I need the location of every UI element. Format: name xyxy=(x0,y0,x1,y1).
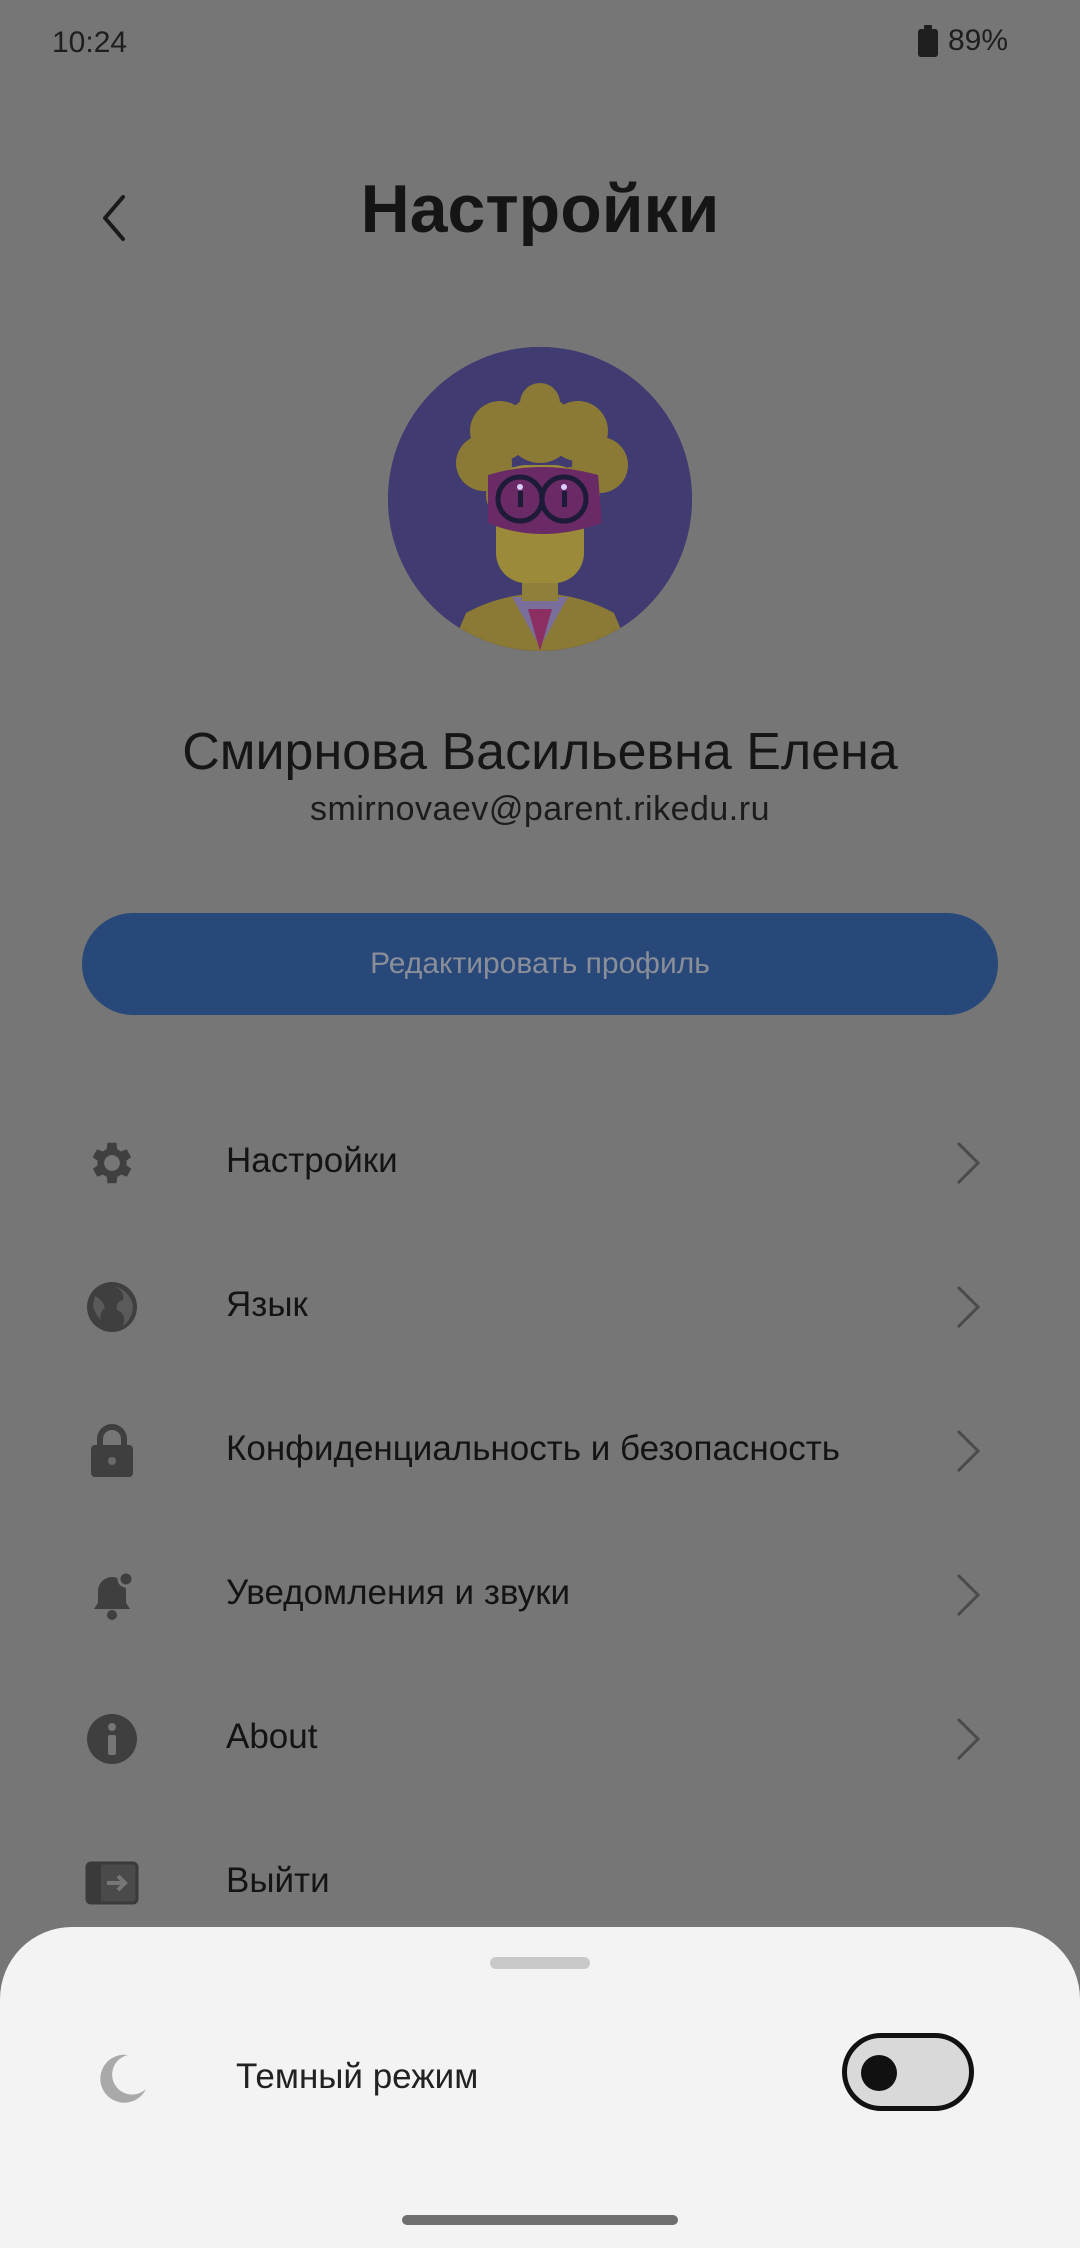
menu-item-privacy[interactable]: Конфиденциальность и безопасность xyxy=(0,1391,1080,1511)
profile-email: smirnovaev@parent.rikedu.ru xyxy=(310,790,770,828)
battery-icon xyxy=(917,25,938,57)
chevron-right-icon xyxy=(956,1141,981,1185)
gear-icon xyxy=(82,1133,142,1193)
dark-mode-label: Темный режим xyxy=(236,2057,479,2096)
toggle-knob xyxy=(861,2055,897,2091)
menu-item-label: Конфиденциальность и безопасность xyxy=(226,1429,840,1468)
info-icon xyxy=(82,1709,142,1769)
settings-screen: 10:24 89% Настройки Смирнова Васильевна … xyxy=(0,0,1080,2248)
edit-profile-button[interactable]: Редактировать профиль xyxy=(82,913,998,1015)
bell-icon xyxy=(82,1565,142,1625)
sheet-drag-handle[interactable] xyxy=(490,1957,590,1969)
dark-mode-toggle[interactable] xyxy=(842,2033,974,2111)
menu-item-label: Настройки xyxy=(226,1141,398,1180)
profile-name: Смирнова Васильевна Елена xyxy=(182,723,898,781)
menu-item-label: Выйти xyxy=(226,1861,330,1900)
avatar[interactable] xyxy=(388,347,692,651)
menu-item-label: Язык xyxy=(226,1285,308,1324)
logout-icon xyxy=(82,1853,142,1913)
status-battery: 89% xyxy=(917,24,1008,58)
menu-item-logout[interactable]: Выйти xyxy=(0,1823,1080,1943)
status-time: 10:24 xyxy=(52,26,128,59)
page-title: Настройки xyxy=(360,171,720,247)
chevron-right-icon xyxy=(956,1285,981,1329)
menu-item-label: Уведомления и звуки xyxy=(226,1573,571,1612)
moon-icon xyxy=(100,2054,146,2103)
lock-icon xyxy=(82,1421,142,1481)
chevron-right-icon xyxy=(956,1573,981,1617)
menu-item-settings[interactable]: Настройки xyxy=(0,1103,1080,1223)
chevron-right-icon xyxy=(956,1717,981,1761)
dark-mode-sheet: Темный режим xyxy=(0,1927,1080,2248)
home-indicator xyxy=(402,2215,678,2225)
avatar-illustration xyxy=(388,347,692,651)
menu-item-about[interactable]: About xyxy=(0,1679,1080,1799)
chevron-right-icon xyxy=(956,1429,981,1473)
globe-icon xyxy=(82,1277,142,1337)
menu-item-language[interactable]: Язык xyxy=(0,1247,1080,1367)
menu-item-notifications[interactable]: Уведомления и звуки xyxy=(0,1535,1080,1655)
menu-item-label: About xyxy=(226,1717,318,1756)
battery-level: 89% xyxy=(947,24,1008,57)
